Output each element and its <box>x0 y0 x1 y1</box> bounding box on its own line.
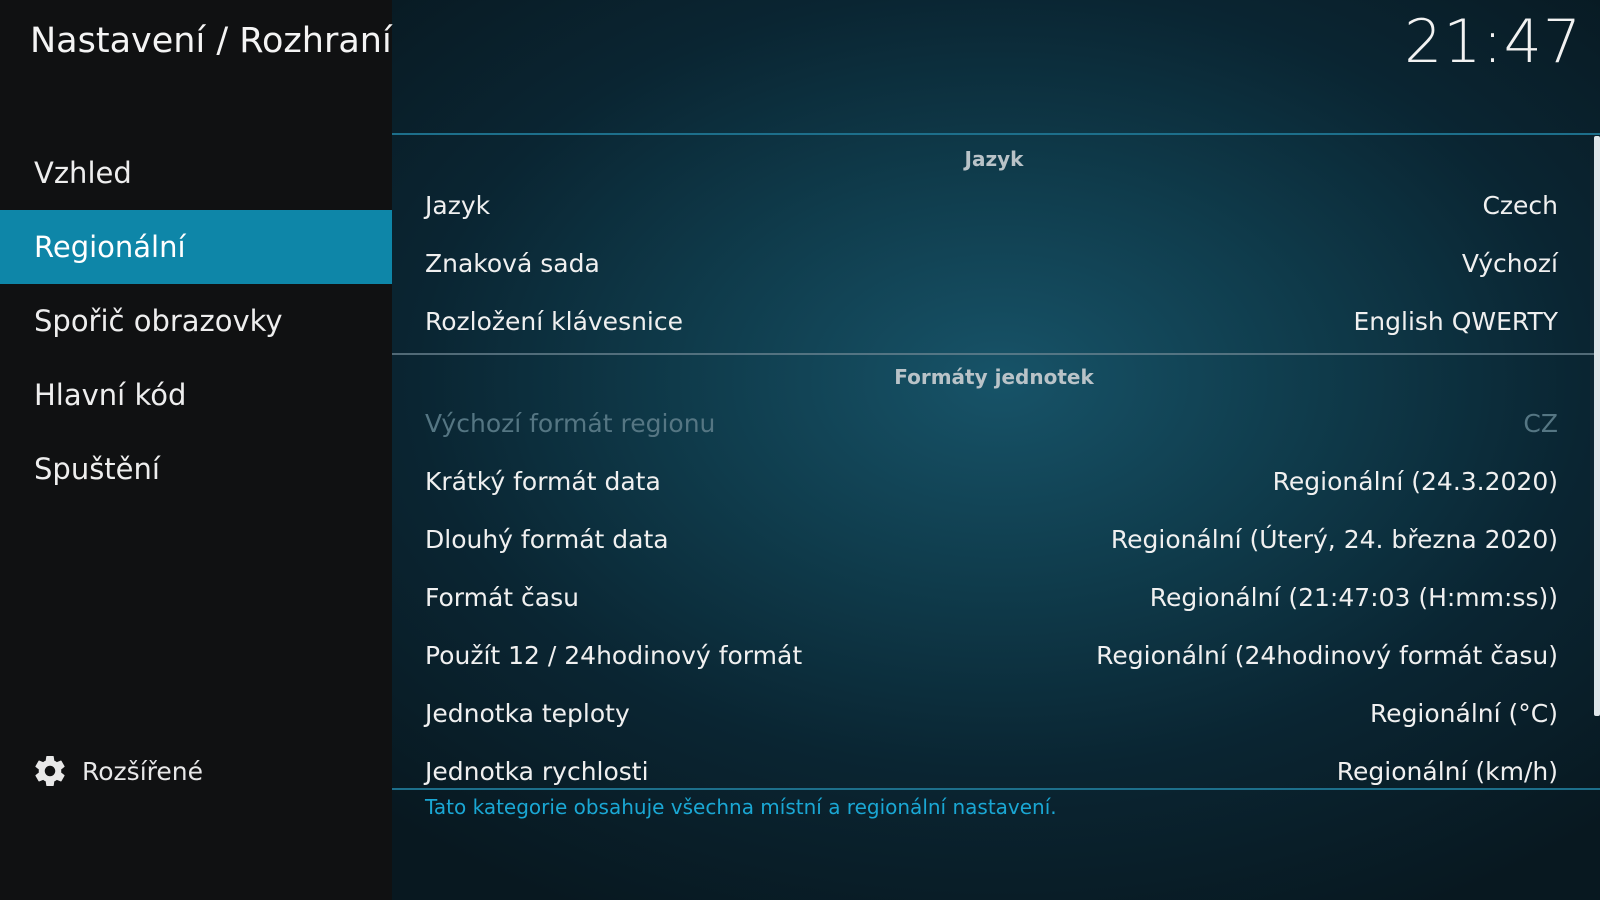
setting-kratky-format-data[interactable]: Krátký formát data Regionální (24.3.2020… <box>392 453 1596 511</box>
page-title: Nastavení / Rozhraní <box>30 21 392 61</box>
sidebar-item-sporic-obrazovky[interactable]: Spořič obrazovky <box>0 284 392 358</box>
settings-list: Jazyk Jazyk Czech Znaková sada Výchozí R… <box>392 133 1600 790</box>
setting-znakova-sada[interactable]: Znaková sada Výchozí <box>392 235 1596 293</box>
scrollbar[interactable] <box>1594 136 1600 716</box>
setting-jazyk[interactable]: Jazyk Czech <box>392 177 1596 235</box>
setting-value: Regionální (24.3.2020) <box>1272 467 1558 496</box>
setting-value: Regionální (°C) <box>1369 699 1558 728</box>
sidebar-item-spusteni[interactable]: Spuštění <box>0 432 392 506</box>
sidebar: Nastavení / Rozhraní Vzhled Regionální S… <box>0 0 392 900</box>
setting-jednotka-rychlosti[interactable]: Jednotka rychlosti Regionální (km/h) <box>392 743 1596 788</box>
setting-value: Výchozí <box>1461 249 1558 278</box>
setting-vychozi-format-regionu: Výchozí formát regionu CZ <box>392 395 1596 453</box>
setting-label: Jednotka teploty <box>425 699 630 728</box>
setting-value: Czech <box>1482 191 1558 220</box>
setting-label: Jazyk <box>425 191 491 220</box>
clock: 21:47 <box>1404 7 1582 77</box>
setting-dlouhy-format-data[interactable]: Dlouhý formát data Regionální (Úterý, 24… <box>392 511 1596 569</box>
advanced-label: Rozšířené <box>82 756 203 786</box>
setting-label: Krátký formát data <box>425 467 661 496</box>
setting-value: Regionální (21:47:03 (H:mm:ss)) <box>1149 583 1558 612</box>
setting-value: Regionální (km/h) <box>1336 757 1558 786</box>
gear-icon <box>35 756 65 786</box>
setting-label: Formát času <box>425 583 579 612</box>
settings-window: Nastavení / Rozhraní Vzhled Regionální S… <box>0 0 1600 900</box>
setting-value: English QWERTY <box>1353 307 1558 336</box>
sidebar-item-hlavni-kod[interactable]: Hlavní kód <box>0 358 392 432</box>
setting-label: Použít 12 / 24hodinový formát <box>425 641 803 670</box>
setting-label: Jednotka rychlosti <box>425 757 649 786</box>
setting-rozlozeni-klavesnice[interactable]: Rozložení klávesnice English QWERTY <box>392 293 1596 351</box>
setting-value: CZ <box>1523 409 1558 438</box>
group-header-jazyk: Jazyk <box>964 147 1024 171</box>
category-description: Tato kategorie obsahuje všechna místní a… <box>425 795 1057 819</box>
group-divider <box>392 353 1596 355</box>
sidebar-item-vzhled[interactable]: Vzhled <box>0 136 392 210</box>
setting-value: Regionální (24hodinový formát času) <box>1096 641 1558 670</box>
setting-label: Znaková sada <box>425 249 600 278</box>
setting-format-casu[interactable]: Formát času Regionální (21:47:03 (H:mm:s… <box>392 569 1596 627</box>
group-header-formaty-jednotek: Formáty jednotek <box>894 365 1094 389</box>
setting-label: Výchozí formát regionu <box>425 409 716 438</box>
setting-label: Dlouhý formát data <box>425 525 669 554</box>
setting-12-24-format[interactable]: Použít 12 / 24hodinový formát Regionální… <box>392 627 1596 685</box>
setting-value: Regionální (Úterý, 24. března 2020) <box>1110 525 1558 554</box>
setting-label: Rozložení klávesnice <box>425 307 684 336</box>
advanced-toggle[interactable]: Rozšířené <box>32 752 203 790</box>
setting-jednotka-teploty[interactable]: Jednotka teploty Regionální (°C) <box>392 685 1596 743</box>
sidebar-item-regionalni[interactable]: Regionální <box>0 210 392 284</box>
